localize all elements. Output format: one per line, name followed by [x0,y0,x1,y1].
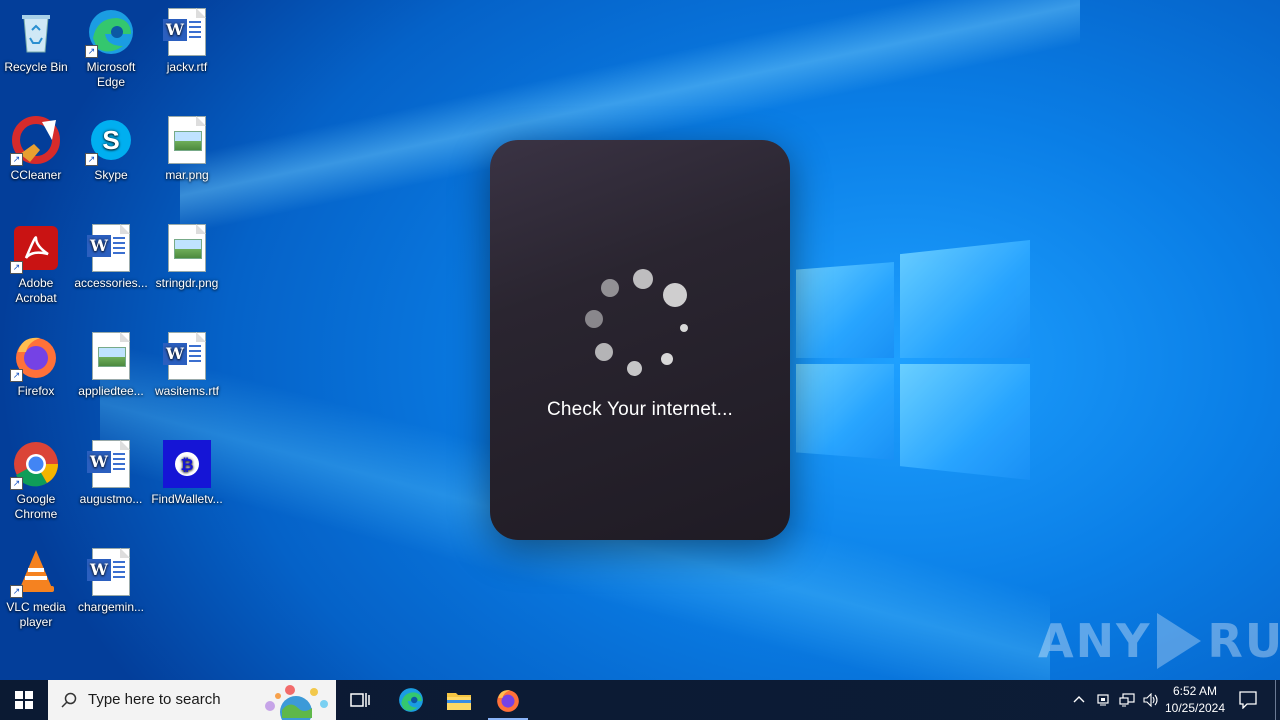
icon-label: Adobe Acrobat [15,276,57,305]
desktop-icon-skype[interactable]: S ↗ Skype [73,108,149,183]
vlc-icon: ↗ [10,548,60,598]
desktop-icon-augustmo[interactable]: W augustmo... [73,432,149,507]
word-document-icon: W [87,224,135,272]
clock-time: 6:52 AM [1172,684,1218,698]
taskbar-clock[interactable]: 6:52 AM 10/25/2024 [1162,680,1228,720]
icon-label: augustmo... [79,492,143,506]
taskbar-edge-button[interactable] [388,680,434,720]
icon-label: jackv.rtf [166,60,208,74]
icon-label: VLC media player [6,600,66,629]
icon-label: stringdr.png [155,276,219,290]
windows-start-icon [15,691,33,709]
edge-icon [399,688,423,712]
desktop-icon-vlc[interactable]: ↗ VLC media player [0,540,74,630]
volume-icon [1143,693,1158,707]
word-document-icon: W [163,332,211,380]
chevron-up-icon [1073,696,1085,703]
device-icon [1097,694,1109,706]
task-view-icon [350,693,370,707]
bitcoin-app-icon: ₿ [163,440,211,488]
loading-dialog[interactable]: Check Your internet... [490,140,790,540]
desktop-icon-recycle-bin[interactable]: Recycle Bin [0,0,74,75]
icon-label: mar.png [165,168,209,182]
task-view-button[interactable] [338,680,382,720]
tray-network-button[interactable] [1116,680,1138,720]
windows-wallpaper-logo [796,240,1030,480]
desktop-icon-ccleaner[interactable]: ↗ CCleaner [0,108,74,183]
desktop-icon-appliedtee[interactable]: appliedtee... [73,324,149,399]
tray-device-button[interactable] [1092,680,1114,720]
adobe-acrobat-icon: ↗ [10,224,60,274]
start-button[interactable] [0,680,48,720]
word-document-icon: W [87,548,135,596]
show-desktop-button[interactable] [1275,680,1280,720]
action-center-button[interactable] [1230,680,1266,720]
ccleaner-icon: ↗ [10,116,60,166]
icon-label: FindWalletv... [151,492,223,506]
watermark-text-left: ANY [1038,614,1152,668]
icon-label: Skype [94,168,128,182]
desktop-icon-mar[interactable]: mar.png [149,108,225,183]
anyrun-watermark: ANY RUN [1038,608,1280,674]
folder-icon [447,693,471,710]
play-icon [1157,613,1202,669]
svg-text:S: S [102,125,119,155]
taskbar: Type here to search 6:52 AM 10/25/2024 [0,680,1280,720]
image-file-icon [163,224,211,272]
icon-label: appliedtee... [78,384,144,398]
firefox-icon: ↗ [10,332,60,382]
icon-label: accessories... [74,276,148,290]
icon-label: CCleaner [10,168,62,182]
notification-icon [1239,691,1257,709]
show-hidden-icons-button[interactable] [1068,680,1090,720]
chrome-icon: ↗ [10,440,60,490]
dialog-message: Check Your internet... [546,399,734,420]
icon-label: chargemin... [77,600,145,614]
search-highlight-illustration-icon [265,685,328,720]
tray-volume-button[interactable] [1140,680,1162,720]
search-placeholder: Type here to search [88,691,221,708]
icon-label: Google Chrome [14,492,58,521]
word-document-icon: W [87,440,135,488]
recycle-bin-icon [12,8,60,56]
watermark-text-right: RUN [1207,614,1280,668]
image-file-icon [163,116,211,164]
desktop-icon-adobe-acrobat[interactable]: ↗ Adobe Acrobat [0,216,74,306]
taskbar-file-explorer-button[interactable] [436,680,482,720]
clock-date: 10/25/2024 [1164,701,1226,715]
icon-label: Firefox [17,384,55,398]
desktop-icon-findwallet[interactable]: ₿ FindWalletv... [149,432,225,507]
firefox-icon [497,690,519,712]
edge-icon: ↗ [85,8,135,58]
icon-label: wasitems.rtf [154,384,219,398]
image-file-icon [87,332,135,380]
desktop-icon-stringdr[interactable]: stringdr.png [149,216,225,291]
word-document-icon: W [163,8,211,56]
icon-label: Microsoft Edge [86,60,136,89]
network-icon [1119,693,1135,707]
loading-spinner-icon [490,140,790,440]
desktop-icon-google-chrome[interactable]: ↗ Google Chrome [0,432,74,522]
taskbar-firefox-button[interactable] [484,680,532,720]
desktop-icon-wasitems[interactable]: W wasitems.rtf [149,324,225,399]
desktop-icon-microsoft-edge[interactable]: ↗ Microsoft Edge [73,0,149,90]
icon-label: Recycle Bin [4,60,68,74]
desktop-icon-jackv[interactable]: W jackv.rtf [149,0,225,75]
svg-text:₿: ₿ [180,456,193,474]
search-icon [61,692,77,708]
taskbar-search-box[interactable]: Type here to search [48,680,336,720]
desktop-icon-firefox[interactable]: ↗ Firefox [0,324,74,399]
desktop-icon-accessories[interactable]: W accessories... [73,216,149,291]
skype-icon: S ↗ [85,116,135,166]
desktop-icon-chargemin[interactable]: W chargemin... [73,540,149,615]
